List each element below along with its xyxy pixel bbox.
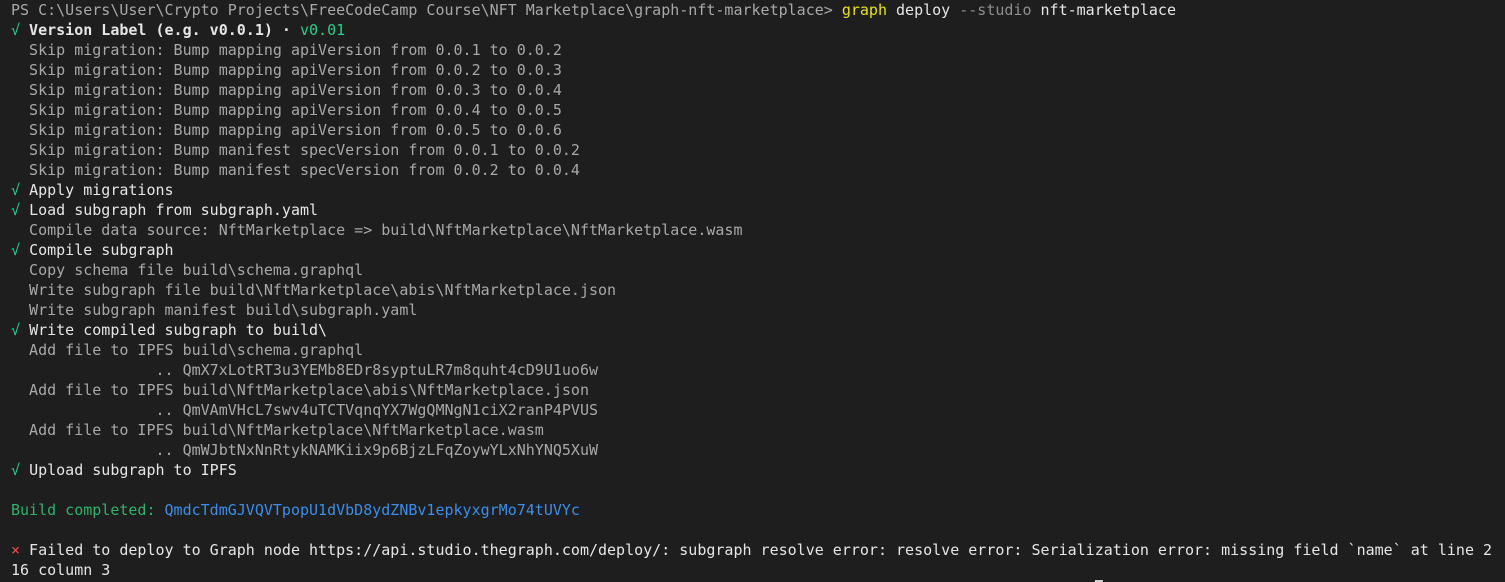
detail-line: Compile data source: NftMarketplace => b…: [11, 221, 743, 239]
check-icon: √: [11, 181, 21, 199]
step-line: √ Compile subgraph: [11, 240, 1505, 260]
terminal-output[interactable]: PS C:\Users\User\Crypto Projects\FreeCod…: [0, 0, 1505, 582]
ipfs-hash-line: .. QmWJbtNxNnRtykNAMKiix9p6BjzLFqZoywYLx…: [11, 441, 598, 459]
migration-line: Skip migration: Bump mapping apiVersion …: [11, 81, 562, 99]
build-completed-line: Build completed: QmdcTdmGJVQVTpopU1dVbD8…: [11, 500, 1505, 520]
detail-line: Write subgraph file build\NftMarketplace…: [11, 281, 617, 299]
step-line: √ Load subgraph from subgraph.yaml: [11, 200, 1505, 220]
migration-line: Skip migration: Bump mapping apiVersion …: [11, 61, 562, 79]
build-label: Build completed:: [11, 501, 165, 519]
step-line: √ Apply migrations: [11, 180, 1505, 200]
error-message: Failed to deploy to Graph node https://a…: [20, 541, 1493, 559]
version-value: v0.01: [300, 21, 346, 39]
check-icon: √: [11, 21, 21, 39]
command-target: nft-marketplace: [1031, 1, 1176, 19]
migration-line: Skip migration: Bump mapping apiVersion …: [11, 41, 562, 59]
step-line: √ Write compiled subgraph to build\: [11, 320, 1505, 340]
ipfs-hash-line: .. QmVAmVHcL7swv4uTCTVqnqYX7WgQMNgN1ciX2…: [11, 401, 598, 419]
migration-line: Skip migration: Bump mapping apiVersion …: [11, 121, 562, 139]
detail-line: Write subgraph manifest build\subgraph.y…: [11, 301, 418, 319]
command-name: graph: [841, 1, 887, 19]
check-icon: √: [11, 461, 21, 479]
error-line: × Failed to deploy to Graph node https:/…: [11, 540, 1505, 560]
migration-line: Skip migration: Bump manifest specVersio…: [11, 141, 580, 159]
command-args: deploy: [887, 1, 960, 19]
prompt-path: PS C:\Users\User\Crypto Projects\FreeCod…: [11, 1, 842, 19]
version-label: Version Label (e.g. v0.0.1) ·: [20, 21, 300, 39]
error-icon: ×: [11, 541, 21, 559]
version-line: √ Version Label (e.g. v0.0.1) · v0.01: [11, 20, 1505, 40]
check-icon: √: [11, 201, 21, 219]
step-label: Upload subgraph to IPFS: [29, 461, 237, 479]
detail-line: Copy schema file build\schema.graphql: [11, 261, 364, 279]
step-label: Compile subgraph: [29, 241, 174, 259]
ipfs-hash-line: .. QmX7xLotRT3u3YEMb8EDr8syptuLR7m8quht4…: [11, 361, 598, 379]
command-prompt-line: PS C:\Users\User\Crypto Projects\FreeCod…: [11, 0, 1505, 20]
step-line: √ Upload subgraph to IPFS: [11, 460, 1505, 480]
ipfs-add-line: Add file to IPFS build\NftMarketplace\Nf…: [11, 421, 544, 439]
migration-line: Skip migration: Bump manifest specVersio…: [11, 161, 580, 179]
check-icon: √: [11, 321, 21, 339]
ipfs-add-line: Add file to IPFS build\NftMarketplace\ab…: [11, 381, 589, 399]
build-hash: QmdcTdmGJVQVTpopU1dVbD8ydZNBv1epkyxgrMo7…: [164, 501, 580, 519]
step-label: Write compiled subgraph to build\: [29, 321, 328, 339]
step-label: Apply migrations: [29, 181, 174, 199]
command-flag: --studio: [959, 1, 1032, 19]
ipfs-add-line: Add file to IPFS build\schema.graphql: [11, 341, 364, 359]
step-label: Load subgraph from subgraph.yaml: [29, 201, 319, 219]
migration-line: Skip migration: Bump mapping apiVersion …: [11, 101, 562, 119]
check-icon: √: [11, 241, 21, 259]
error-continuation: 16 column 3: [11, 561, 111, 579]
